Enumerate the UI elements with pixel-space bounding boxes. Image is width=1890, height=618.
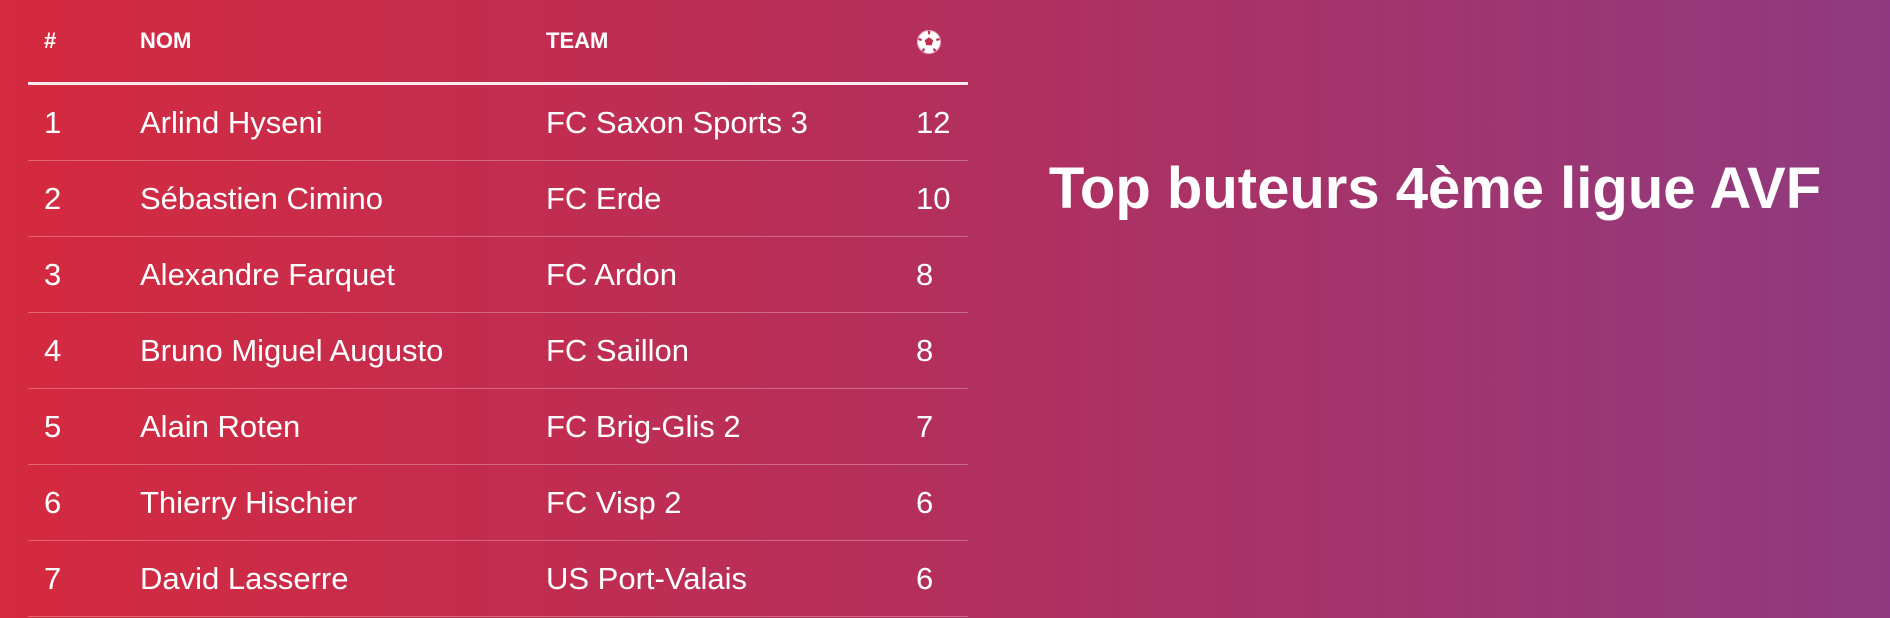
team-cell: FC Erde xyxy=(546,160,916,237)
player-name-cell: Arlind Hyseni xyxy=(140,83,546,161)
rank-cell: 3 xyxy=(28,236,140,313)
column-header-team: TEAM xyxy=(546,0,916,85)
table-row: 7 David Lasserre US Port-Valais 6 xyxy=(28,540,968,617)
page-title: Top buteurs 4ème ligue AVF xyxy=(1048,155,1822,221)
goals-cell: 10 xyxy=(916,160,968,237)
rank-cell: 7 xyxy=(28,540,140,617)
player-name-cell: Bruno Miguel Augusto xyxy=(140,312,546,389)
table-row: 4 Bruno Miguel Augusto FC Saillon 8 xyxy=(28,312,968,389)
team-cell: FC Saillon xyxy=(546,312,916,389)
team-cell: FC Visp 2 xyxy=(546,464,916,541)
goals-cell: 8 xyxy=(916,312,968,389)
goals-cell: 6 xyxy=(916,464,968,541)
soccer-ball-icon xyxy=(916,29,942,54)
rank-cell: 1 xyxy=(28,83,140,161)
team-cell: FC Ardon xyxy=(546,236,916,313)
column-header-goals xyxy=(916,0,968,85)
player-name-cell: Alain Roten xyxy=(140,388,546,465)
rank-cell: 2 xyxy=(28,160,140,237)
player-name-cell: Alexandre Farquet xyxy=(140,236,546,313)
team-cell: FC Brig-Glis 2 xyxy=(546,388,916,465)
goals-cell: 8 xyxy=(916,236,968,313)
goals-cell: 12 xyxy=(916,83,968,161)
scorers-table-container: # NOM TEAM 1 Arlind Hyseni FC Saxon Spor… xyxy=(28,0,968,617)
rank-cell: 6 xyxy=(28,464,140,541)
column-header-rank: # xyxy=(28,0,140,85)
table-row: 6 Thierry Hischier FC Visp 2 6 xyxy=(28,464,968,541)
table-row: 3 Alexandre Farquet FC Ardon 8 xyxy=(28,236,968,313)
team-cell: FC Saxon Sports 3 xyxy=(546,83,916,161)
player-name-cell: Thierry Hischier xyxy=(140,464,546,541)
table-row: 2 Sébastien Cimino FC Erde 10 xyxy=(28,160,968,237)
goals-cell: 6 xyxy=(916,540,968,617)
player-name-cell: Sébastien Cimino xyxy=(140,160,546,237)
top-scorers-table: # NOM TEAM 1 Arlind Hyseni FC Saxon Spor… xyxy=(28,0,968,617)
column-header-name: NOM xyxy=(140,0,546,85)
rank-cell: 5 xyxy=(28,388,140,465)
team-cell: US Port-Valais xyxy=(546,540,916,617)
table-header-row: # NOM TEAM xyxy=(28,0,968,85)
goals-cell: 7 xyxy=(916,388,968,465)
rank-cell: 4 xyxy=(28,312,140,389)
table-row: 1 Arlind Hyseni FC Saxon Sports 3 12 xyxy=(28,83,968,161)
player-name-cell: David Lasserre xyxy=(140,540,546,617)
table-row: 5 Alain Roten FC Brig-Glis 2 7 xyxy=(28,388,968,465)
